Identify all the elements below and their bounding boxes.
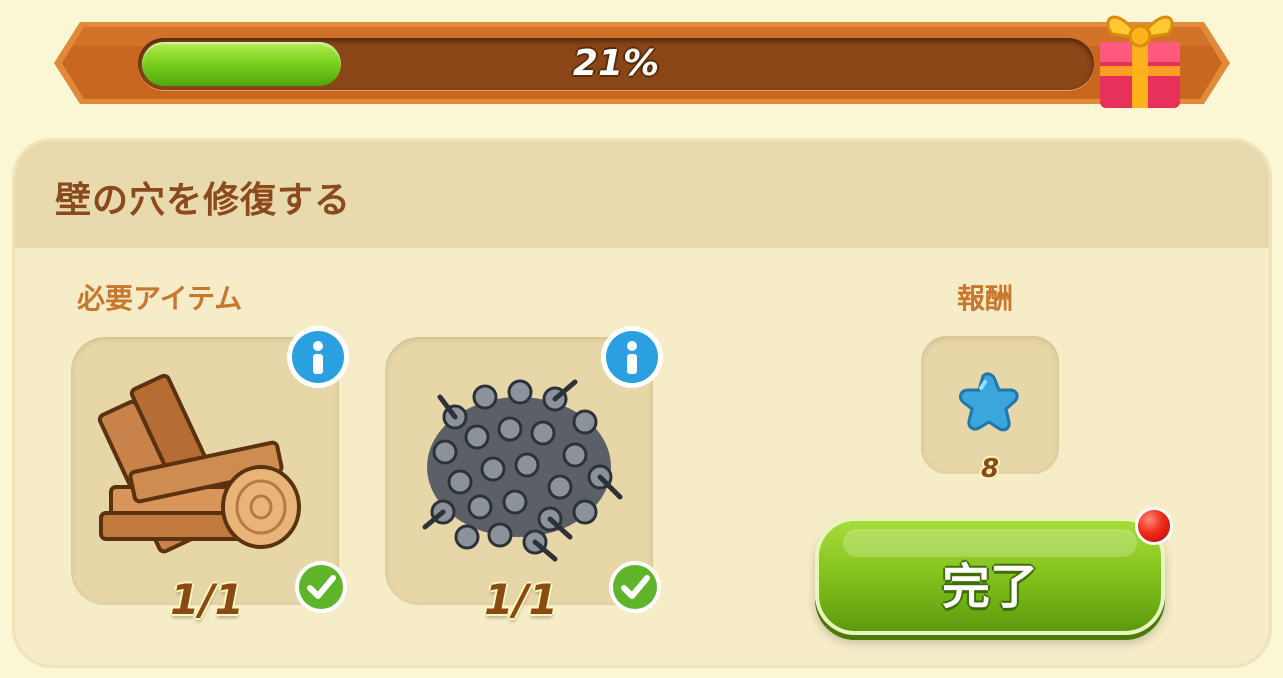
progress-banner: 21% [52,15,1232,108]
required-items-label: 必要アイテム [77,282,243,315]
info-icon[interactable] [285,324,351,390]
reward-label: 報酬 [957,282,1014,315]
task-title: 壁の穴を修復する [55,180,352,221]
notification-dot [1135,507,1173,545]
progress-percent: 21% [572,43,660,84]
gift-box-icon[interactable] [1086,0,1192,112]
check-icon [609,561,661,613]
info-icon[interactable] [599,324,665,390]
task-panel: 壁の穴を修復する 必要アイテム 報酬 1/1 1/1 8 完了 [12,138,1272,668]
item-count-wood: 1/1 [170,575,244,624]
complete-button[interactable]: 完了 [815,517,1165,635]
check-icon [295,561,347,613]
reward-amount: 8 [980,454,1000,484]
complete-button-label: 完了 [941,559,1038,615]
item-count-screws: 1/1 [484,575,558,624]
panel-header: 壁の穴を修復する [15,141,1269,248]
